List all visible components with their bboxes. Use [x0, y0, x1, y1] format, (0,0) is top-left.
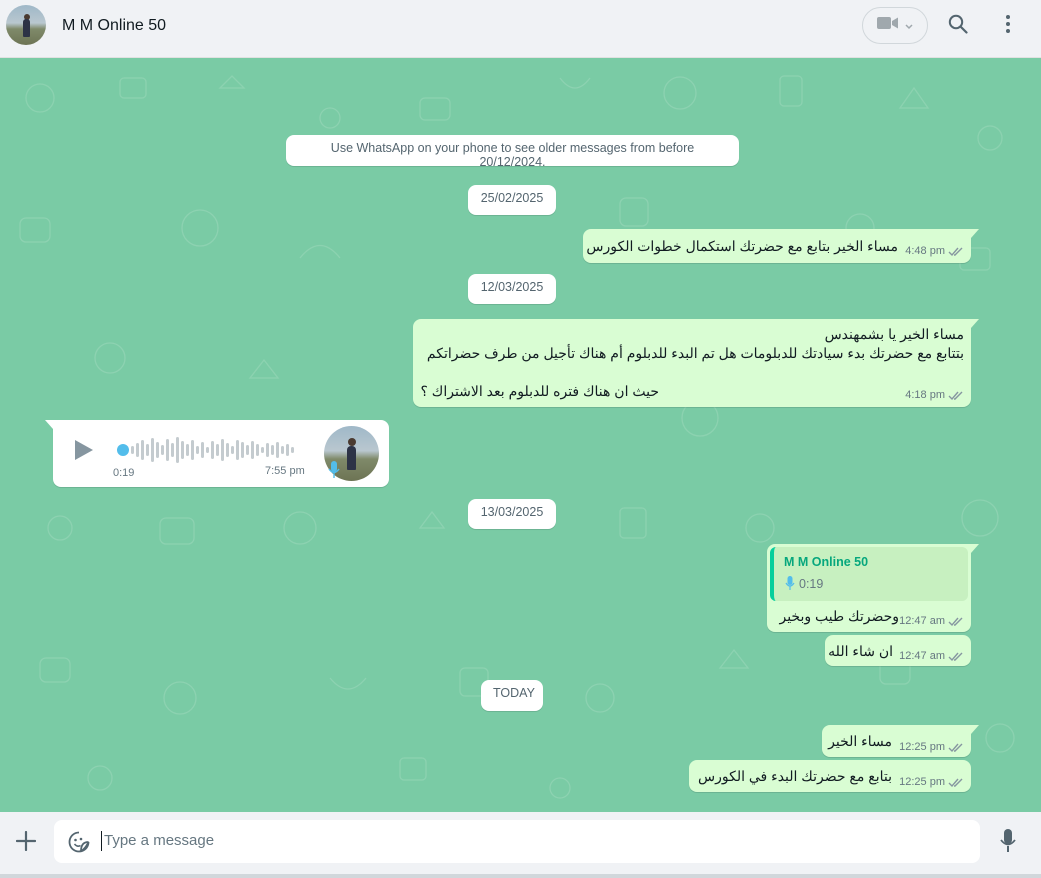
menu-button[interactable] — [990, 8, 1026, 44]
outgoing-message[interactable]: مساء الخير بتابع مع حضرتك استكمال خطوات … — [583, 229, 979, 263]
text-caret — [101, 831, 102, 851]
search-icon — [948, 14, 968, 39]
search-button[interactable] — [940, 8, 976, 44]
encryption-notice[interactable]: Use WhatsApp on your phone to see older … — [286, 135, 739, 169]
message-text: بتابع مع حضرتك البدء في الكورس — [698, 768, 892, 784]
message-time: 12:25 pm — [899, 776, 945, 788]
menu-icon — [1005, 14, 1011, 39]
message-line: حيث ان هناك فتره للدبلوم بعد الاشتراك ؟ — [420, 383, 659, 399]
message-time: 4:18 pm — [905, 389, 945, 401]
contact-avatar[interactable] — [6, 5, 46, 45]
message-input[interactable]: Type a message — [54, 820, 980, 863]
date-separator: 12/03/2025 — [468, 274, 556, 304]
date-separator: 13/03/2025 — [468, 499, 556, 529]
notice-text: Use WhatsApp on your phone to see older … — [330, 141, 695, 169]
date-label: 13/03/2025 — [480, 505, 544, 519]
chat-header: M M Online 50 — [0, 0, 1041, 58]
message-line: مساء الخير يا بشمهندس — [824, 326, 964, 342]
voice-duration: 0:19 — [113, 467, 135, 479]
message-text: وحضرتك طيب وبخير — [779, 608, 899, 624]
message-time: 12:47 am — [899, 615, 945, 627]
microphone-icon — [785, 576, 795, 594]
message-text: مساء الخير — [828, 733, 892, 749]
video-call-icon — [877, 16, 899, 35]
voice-record-button[interactable] — [990, 825, 1026, 861]
message-time: 4:48 pm — [905, 245, 945, 257]
double-check-icon — [948, 616, 964, 627]
quote-duration: 0:19 — [799, 577, 824, 591]
plus-icon — [15, 830, 37, 856]
window-bottom-border — [0, 874, 1041, 878]
play-icon[interactable] — [73, 438, 95, 465]
outgoing-message[interactable]: مساء الخير يا بشمهندس بتتابع مع حضرتك بد… — [413, 319, 979, 407]
message-placeholder: Type a message — [104, 832, 215, 849]
date-label: 12/03/2025 — [480, 280, 544, 294]
contact-name[interactable]: M M Online 50 — [62, 17, 166, 35]
double-check-icon — [948, 777, 964, 788]
voice-waveform[interactable] — [117, 436, 299, 467]
outgoing-reply-message[interactable]: M M Online 50 0:19 وحضرتك طيب وبخير 12:4… — [767, 544, 979, 632]
date-separator: 25/02/2025 — [468, 185, 556, 215]
message-text: ان شاء الله — [828, 643, 893, 659]
date-separator: TODAY — [481, 680, 543, 711]
quoted-message[interactable]: M M Online 50 0:19 — [770, 547, 968, 601]
date-label: 25/02/2025 — [480, 191, 544, 205]
message-line: بتتابع مع حضرتك بدء سيادتك للدبلومات هل … — [426, 345, 964, 361]
outgoing-message[interactable]: مساء الخير 12:25 pm — [822, 725, 979, 757]
message-text: مساء الخير بتابع مع حضرتك استكمال خطوات … — [586, 238, 898, 254]
incoming-voice-message[interactable]: 0:19 7:55 pm — [45, 420, 389, 487]
outgoing-message[interactable]: ان شاء الله 12:47 am — [825, 635, 971, 666]
microphone-icon — [1000, 828, 1016, 858]
double-check-icon — [948, 651, 964, 662]
double-check-icon — [948, 390, 964, 401]
outgoing-message[interactable]: بتابع مع حضرتك البدء في الكورس 12:25 pm — [689, 760, 971, 792]
video-call-button[interactable] — [862, 7, 928, 44]
double-check-icon — [948, 742, 964, 753]
sticker-icon[interactable] — [68, 831, 90, 858]
chat-area[interactable]: Use WhatsApp on your phone to see older … — [0, 58, 1041, 812]
microphone-icon — [328, 461, 340, 482]
message-composer: Type a message — [0, 812, 1041, 874]
message-time: 12:47 am — [899, 650, 945, 662]
quote-author: M M Online 50 — [784, 555, 869, 569]
message-time: 12:25 pm — [899, 741, 945, 753]
date-label: TODAY — [493, 686, 535, 700]
message-time: 7:55 pm — [265, 465, 305, 477]
chevron-down-icon — [905, 17, 913, 35]
double-check-icon — [948, 246, 964, 257]
attach-button[interactable] — [8, 825, 44, 861]
